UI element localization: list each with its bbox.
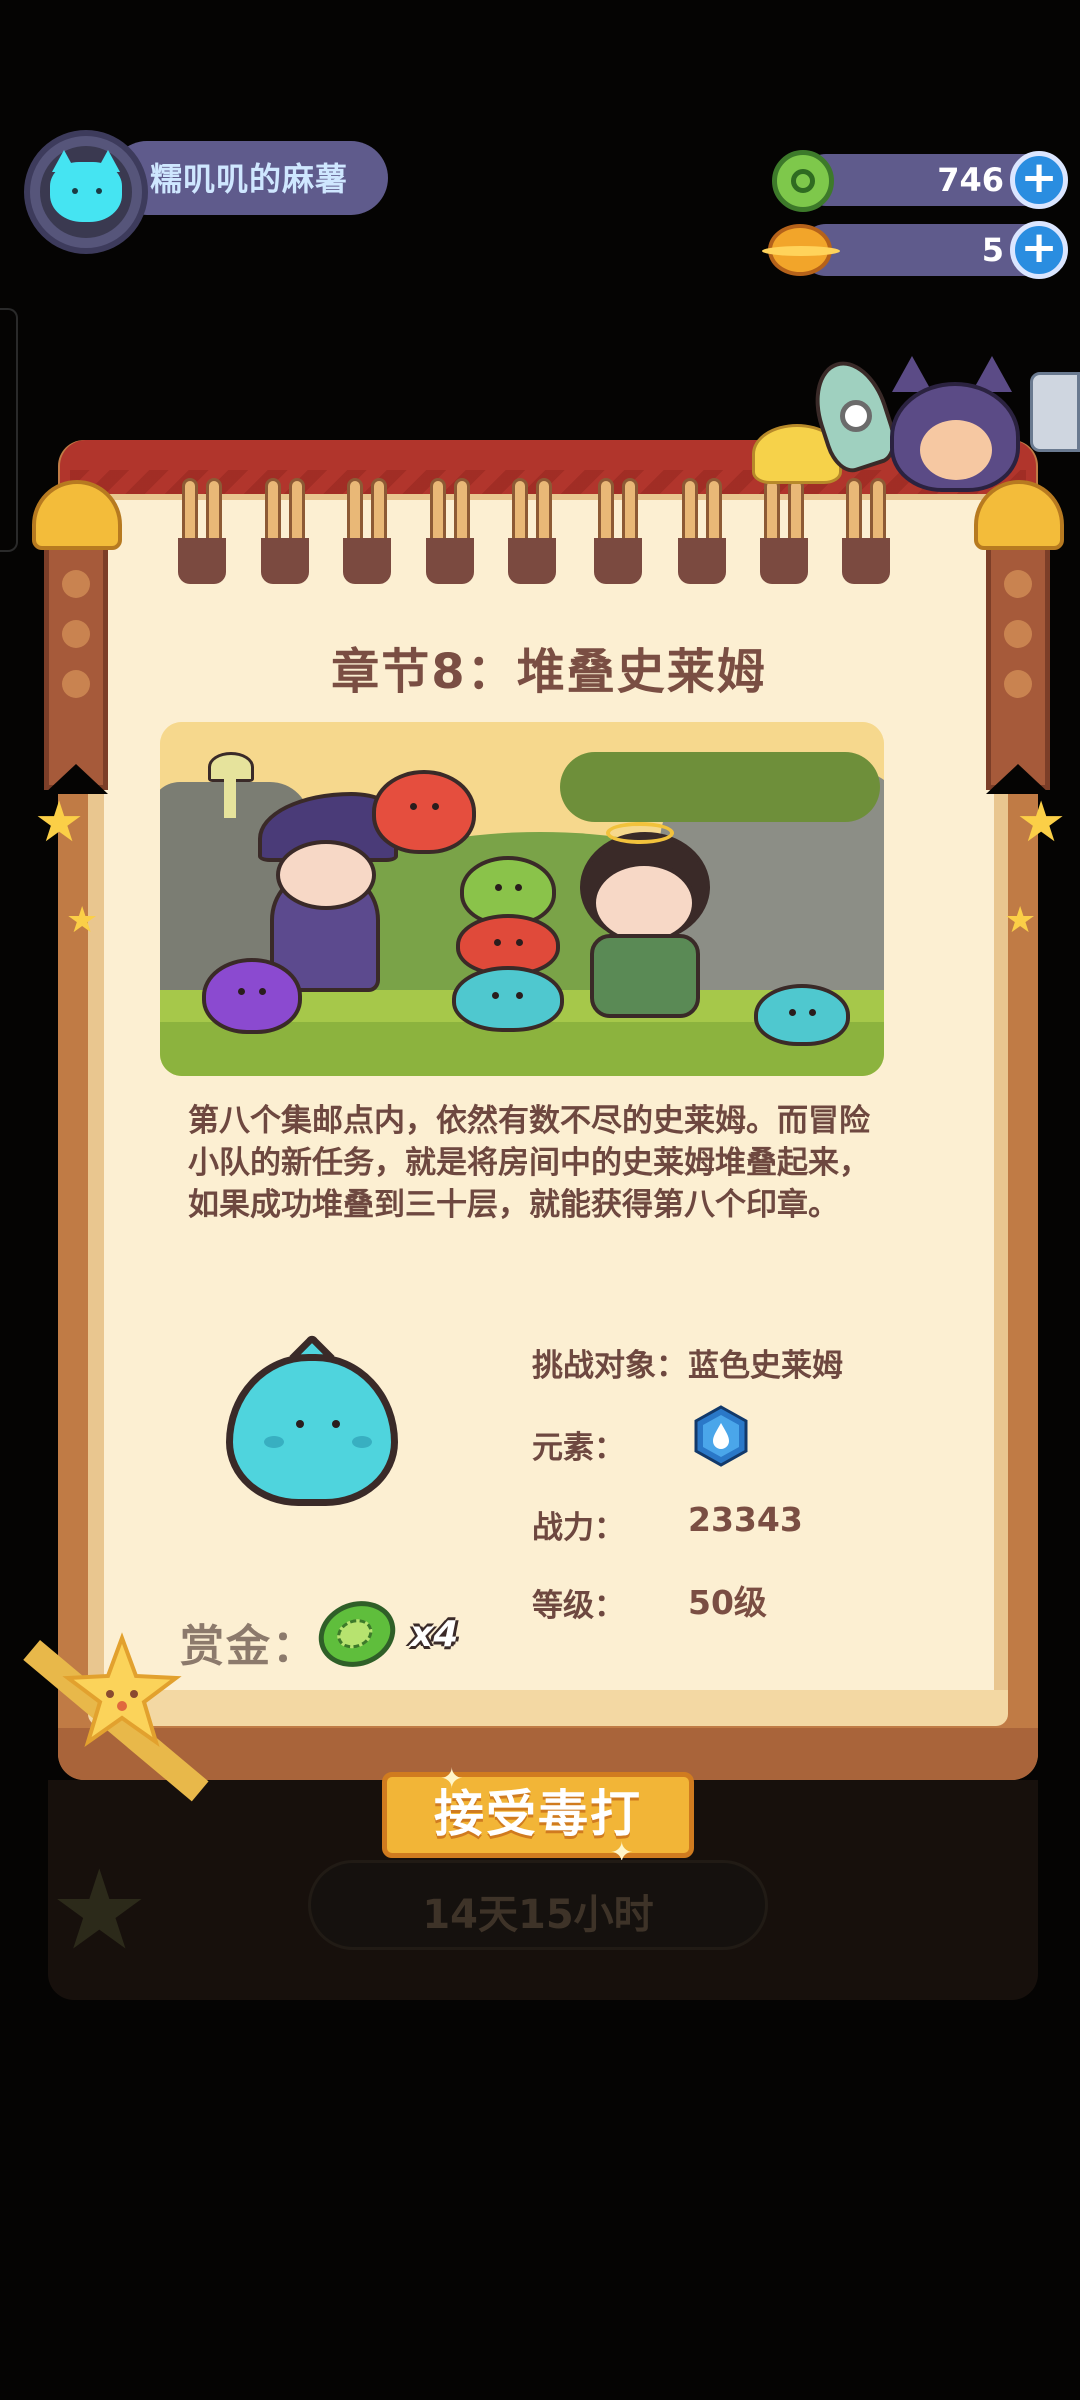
binder-ring (261, 478, 309, 584)
star-icon: ★ (1016, 790, 1067, 855)
gold-planet-coin-icon (762, 224, 840, 276)
binder-ring (760, 478, 808, 584)
binder-ring (594, 478, 642, 584)
binder-ring (426, 478, 474, 584)
currency-donut-value: 746 (937, 161, 1004, 199)
chapter-illustration (160, 722, 884, 1076)
level-value: 50级 (688, 1583, 767, 1622)
banner-emblem (1004, 570, 1032, 598)
profile-name: 糯叽叽的麻薯 (150, 160, 349, 198)
binder-ring (678, 478, 726, 584)
mascot-face (920, 420, 992, 480)
challenge-target-value: 蓝色史莱姆 (688, 1348, 843, 1384)
accept-challenge-button[interactable]: 接受毒打 (382, 1772, 694, 1858)
power-label: 战力： (532, 1510, 625, 1546)
bounty-count: x4 (410, 1614, 459, 1655)
avatar-eye-left (72, 188, 78, 194)
slime-cheek-left (264, 1436, 284, 1448)
faded-star-icon: ★ (50, 1846, 149, 1974)
banner-emblem (62, 620, 90, 648)
banner-emblem (62, 570, 90, 598)
slime-eye-left (296, 1420, 304, 1428)
challenge-target-label: 挑战对象： (532, 1348, 687, 1384)
binder-ring (508, 478, 556, 584)
right-banner (986, 530, 1050, 790)
banner-emblem (62, 670, 90, 698)
rocket-window (840, 400, 872, 432)
star-icon: ★ (1004, 900, 1037, 941)
avatar-eye-right (96, 188, 102, 194)
edge-handle[interactable] (0, 308, 18, 552)
currency-planet-value: 5 (981, 231, 1004, 269)
banner-emblem (1004, 620, 1032, 648)
sparkle-icon: ✦ (440, 1762, 464, 1795)
star-icon: ★ (34, 790, 85, 855)
add-donut-button[interactable]: + (1010, 151, 1068, 209)
power-value: 23343 (688, 1500, 803, 1539)
bounty-label: 赏金： (180, 1621, 318, 1672)
water-drop-hex-icon (694, 1405, 748, 1467)
left-banner (44, 530, 108, 790)
binder-ring (842, 478, 890, 584)
flower-star-icon (62, 1632, 182, 1747)
green-donut-coin-icon (772, 150, 834, 212)
page-bottom-edge (88, 1690, 1008, 1726)
star-icon: ★ (66, 900, 99, 941)
chapter-description: 第八个集邮点内，依然有数不尽的史莱姆。而冒险小队的新任务，就是将房间中的史莱姆堆… (188, 1103, 870, 1223)
level-label: 等级： (532, 1588, 625, 1624)
chapter-title: 章节8：堆叠史莱姆 (331, 644, 767, 700)
scissors-icon[interactable] (1030, 372, 1080, 452)
remaining-time: 14天15小时 (422, 1892, 654, 1938)
element-label: 元素： (532, 1430, 625, 1466)
add-planet-button[interactable]: + (1010, 221, 1068, 279)
slime-cheek-right (352, 1436, 372, 1448)
banner-emblem (1004, 670, 1032, 698)
binder-ring (178, 478, 226, 584)
binder-ring (343, 478, 391, 584)
cat-face-icon (50, 162, 122, 222)
slime-eye-right (332, 1420, 340, 1428)
